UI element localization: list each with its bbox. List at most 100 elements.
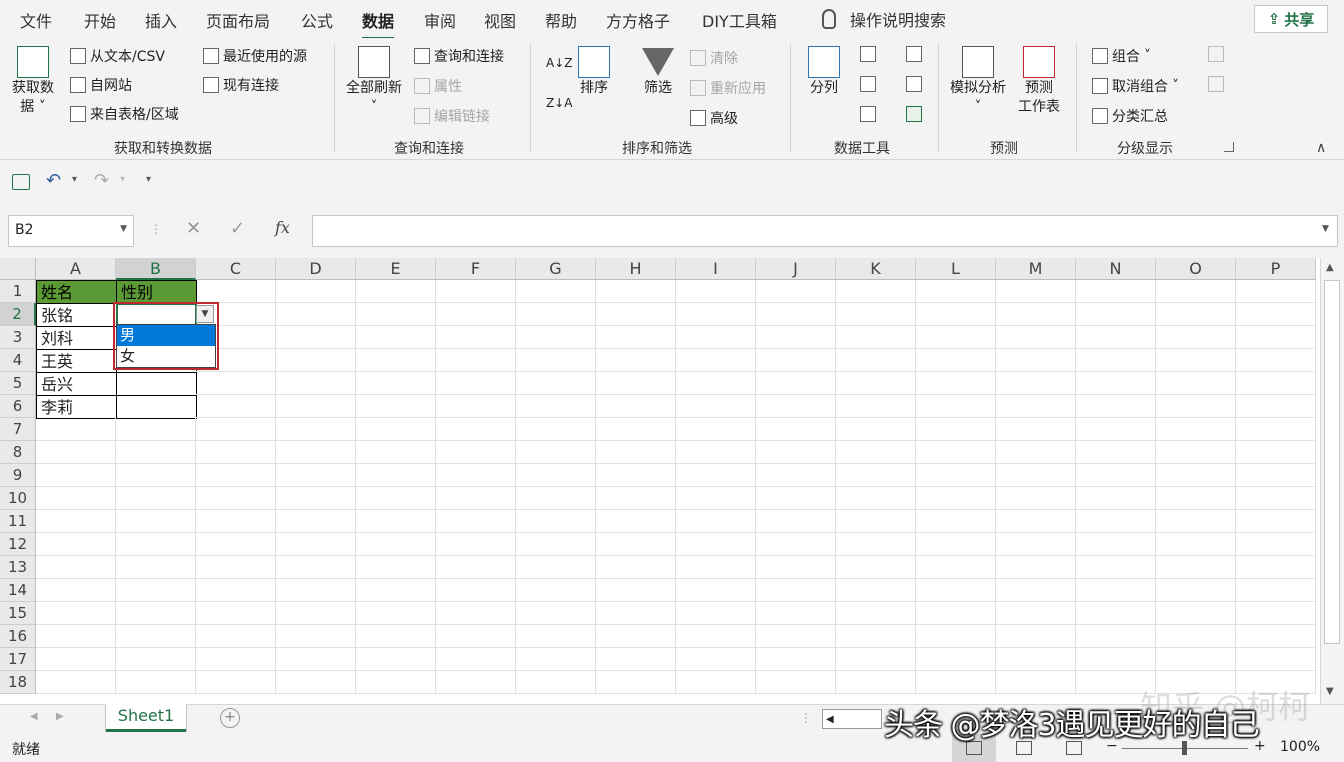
cell-o5[interactable]: [1156, 372, 1236, 395]
consolidate-icon[interactable]: [906, 46, 922, 62]
tab-review[interactable]: 审阅: [424, 8, 456, 32]
column-header-m[interactable]: M: [996, 258, 1076, 280]
relationships-icon[interactable]: [906, 76, 922, 92]
filter-button[interactable]: 筛选: [642, 46, 674, 97]
cell-c14[interactable]: [196, 579, 276, 602]
cell-c5[interactable]: [196, 372, 276, 395]
cell-d13[interactable]: [276, 556, 356, 579]
cell-a13[interactable]: [36, 556, 116, 579]
cell-p6[interactable]: [1236, 395, 1316, 418]
tab-view[interactable]: 视图: [484, 8, 516, 32]
cell-e18[interactable]: [356, 671, 436, 694]
cell-h13[interactable]: [596, 556, 676, 579]
cell-e16[interactable]: [356, 625, 436, 648]
cell-h8[interactable]: [596, 441, 676, 464]
row-header-7[interactable]: 7: [0, 418, 36, 441]
cell-k2[interactable]: [836, 303, 916, 326]
cell-j5[interactable]: [756, 372, 836, 395]
cell-k10[interactable]: [836, 487, 916, 510]
expand-formula-icon[interactable]: ▼: [1322, 224, 1329, 234]
cell-o4[interactable]: [1156, 349, 1236, 372]
cell-e4[interactable]: [356, 349, 436, 372]
cell-a3[interactable]: 刘科: [36, 326, 117, 350]
cell-p15[interactable]: [1236, 602, 1316, 625]
cell-a7[interactable]: [36, 418, 116, 441]
column-header-p[interactable]: P: [1236, 258, 1316, 280]
cell-n8[interactable]: [1076, 441, 1156, 464]
flash-fill-icon[interactable]: [860, 46, 876, 62]
column-header-o[interactable]: O: [1156, 258, 1236, 280]
cell-k4[interactable]: [836, 349, 916, 372]
cell-m11[interactable]: [996, 510, 1076, 533]
cell-i6[interactable]: [676, 395, 756, 418]
cell-p17[interactable]: [1236, 648, 1316, 671]
cell-p9[interactable]: [1236, 464, 1316, 487]
drag-handle-icon[interactable]: ⋮: [150, 222, 162, 236]
cell-m15[interactable]: [996, 602, 1076, 625]
cell-g9[interactable]: [516, 464, 596, 487]
cell-g16[interactable]: [516, 625, 596, 648]
row-header-6[interactable]: 6: [0, 395, 36, 418]
column-header-d[interactable]: D: [276, 258, 356, 280]
cell-c6[interactable]: [196, 395, 276, 418]
cell-d11[interactable]: [276, 510, 356, 533]
cell-g11[interactable]: [516, 510, 596, 533]
cell-c18[interactable]: [196, 671, 276, 694]
cell-n9[interactable]: [1076, 464, 1156, 487]
cell-l15[interactable]: [916, 602, 996, 625]
clear-filter-button[interactable]: 清除: [690, 48, 738, 68]
tab-page-layout[interactable]: 页面布局: [206, 8, 270, 32]
cell-h7[interactable]: [596, 418, 676, 441]
cell-g17[interactable]: [516, 648, 596, 671]
cell-a6[interactable]: 李莉: [36, 395, 117, 419]
cell-i11[interactable]: [676, 510, 756, 533]
row-header-14[interactable]: 14: [0, 579, 36, 602]
cell-m17[interactable]: [996, 648, 1076, 671]
cell-b14[interactable]: [116, 579, 196, 602]
row-header-12[interactable]: 12: [0, 533, 36, 556]
row-header-10[interactable]: 10: [0, 487, 36, 510]
tab-help[interactable]: 帮助: [545, 8, 577, 32]
horizontal-scrollbar[interactable]: ◀: [822, 709, 882, 729]
cell-f17[interactable]: [436, 648, 516, 671]
scroll-thumb[interactable]: [1324, 280, 1340, 644]
scroll-left-icon[interactable]: ◀: [823, 714, 834, 725]
row-header-3[interactable]: 3: [0, 326, 36, 349]
cell-e13[interactable]: [356, 556, 436, 579]
hide-detail-icon[interactable]: [1208, 76, 1224, 92]
cell-b11[interactable]: [116, 510, 196, 533]
data-validation-icon[interactable]: [860, 106, 876, 122]
cell-g15[interactable]: [516, 602, 596, 625]
column-header-a[interactable]: A: [36, 258, 116, 280]
cell-b16[interactable]: [116, 625, 196, 648]
cell-i10[interactable]: [676, 487, 756, 510]
cell-o2[interactable]: [1156, 303, 1236, 326]
cell-a9[interactable]: [36, 464, 116, 487]
cell-n11[interactable]: [1076, 510, 1156, 533]
cell-m9[interactable]: [996, 464, 1076, 487]
redo-icon[interactable]: ↷: [94, 170, 109, 191]
cell-l11[interactable]: [916, 510, 996, 533]
reapply-button[interactable]: 重新应用: [690, 78, 766, 98]
cell-l9[interactable]: [916, 464, 996, 487]
formula-input[interactable]: [312, 215, 1338, 247]
cell-f7[interactable]: [436, 418, 516, 441]
cell-j11[interactable]: [756, 510, 836, 533]
tab-home[interactable]: 开始: [84, 8, 116, 32]
from-web-button[interactable]: 自网站: [70, 75, 132, 95]
cell-k11[interactable]: [836, 510, 916, 533]
cell-d10[interactable]: [276, 487, 356, 510]
cell-h4[interactable]: [596, 349, 676, 372]
cell-b13[interactable]: [116, 556, 196, 579]
cell-m6[interactable]: [996, 395, 1076, 418]
cell-l16[interactable]: [916, 625, 996, 648]
cell-e1[interactable]: [356, 280, 436, 303]
cell-c16[interactable]: [196, 625, 276, 648]
cell-h14[interactable]: [596, 579, 676, 602]
cell-e7[interactable]: [356, 418, 436, 441]
column-header-h[interactable]: H: [596, 258, 676, 280]
cell-a17[interactable]: [36, 648, 116, 671]
cell-i7[interactable]: [676, 418, 756, 441]
cell-p7[interactable]: [1236, 418, 1316, 441]
column-header-l[interactable]: L: [916, 258, 996, 280]
